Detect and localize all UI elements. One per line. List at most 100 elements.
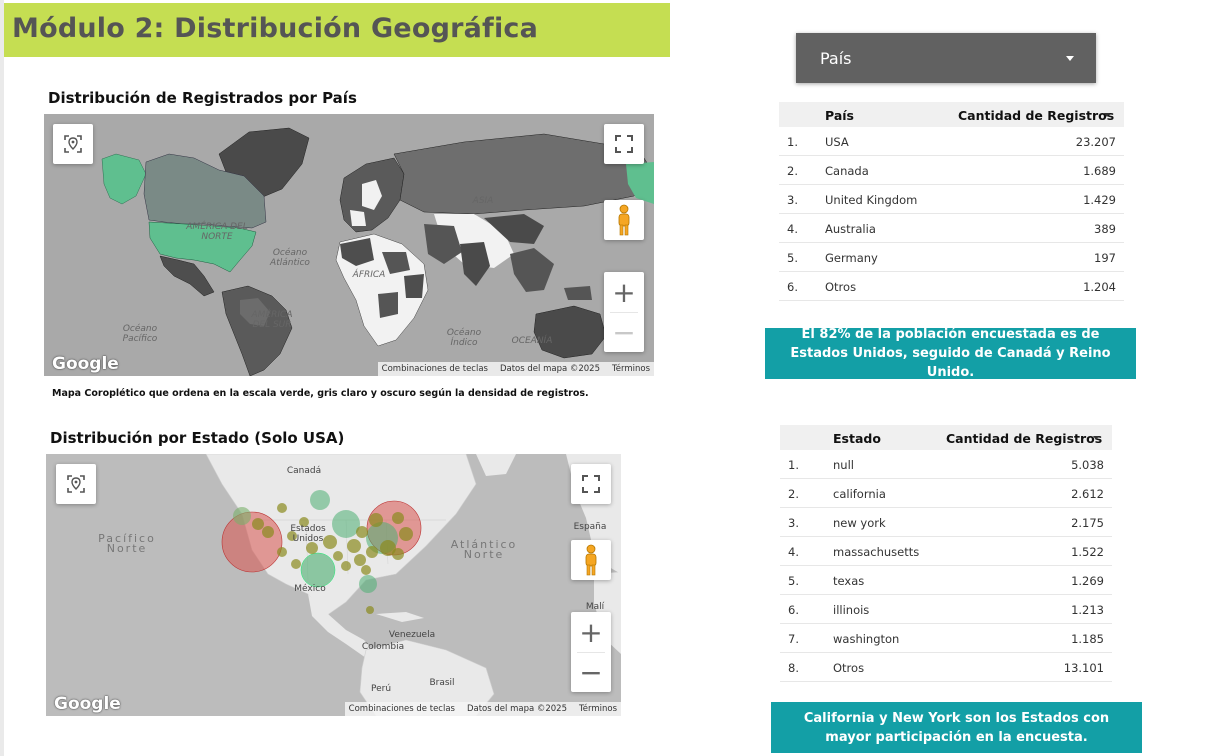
row-label: Canada [825, 164, 869, 178]
locate-me-button[interactable] [56, 464, 96, 504]
zoom-out-button[interactable]: − [604, 312, 644, 352]
label-south-america: AMÉRICA DEL SUR [251, 310, 293, 330]
row-number: 5. [787, 251, 798, 265]
row-value: 23.207 [1075, 135, 1116, 149]
table-header: Estado Cantidad de Registros [780, 425, 1112, 450]
state-table: Estado Cantidad de Registros 1. null 5.038… [780, 425, 1112, 682]
street-view-pegman[interactable] [571, 540, 611, 580]
table-row[interactable]: 4. massachusetts 1.522 [780, 537, 1112, 566]
table-row[interactable]: 6. illinois 1.213 [780, 595, 1112, 624]
table-row[interactable]: 6. Otros 1.204 [779, 272, 1124, 301]
country-filter-dropdown[interactable]: País [796, 33, 1096, 83]
label-brasil: Brasil [429, 678, 455, 688]
row-value: 389 [1094, 222, 1116, 236]
row-number: 4. [787, 222, 798, 236]
label-africa: ÁFRICA [352, 270, 386, 280]
row-value: 2.612 [1071, 487, 1104, 501]
sort-desc-icon[interactable] [1093, 436, 1099, 440]
label-atlantic: Océano Atlántico [270, 248, 310, 268]
label-north-america: AMÉRICA DEL NORTE [186, 222, 248, 242]
terms-link[interactable]: Términos [579, 704, 617, 714]
map-attribution: Combinaciones de teclas Datos del mapa ©… [377, 362, 654, 376]
fullscreen-icon [615, 135, 633, 153]
row-label: washington [833, 632, 900, 646]
row-label: Otros [825, 280, 857, 294]
keyboard-shortcuts-link[interactable]: Combinaciones de teclas [382, 364, 488, 374]
label-usa: Estados Unidos [290, 524, 326, 544]
google-logo: Google [54, 694, 121, 714]
table-row[interactable]: 5. Germany 197 [779, 243, 1124, 272]
row-number: 5. [788, 574, 799, 588]
row-value: 2.175 [1071, 516, 1104, 530]
row-label: massachusetts [833, 545, 920, 559]
state-map-title: Distribución por Estado (Solo USA) [50, 429, 345, 447]
label-oceania: OCEANÍA [511, 336, 553, 346]
table-body: 1. USA 23.207 2. Canada 1.689 3. United Kingdom… [779, 127, 1124, 301]
row-number: 7. [788, 632, 799, 646]
row-value: 197 [1094, 251, 1116, 265]
table-row[interactable]: 2. Canada 1.689 [779, 156, 1124, 185]
zoom-in-button[interactable]: + [604, 272, 644, 312]
row-label: Germany [825, 251, 878, 265]
pegman-icon [618, 204, 630, 236]
row-label: texas [833, 574, 865, 588]
label-asia: ASIA [472, 196, 494, 206]
table-row[interactable]: 4. Australia 389 [779, 214, 1124, 243]
state-bubble-map[interactable]: Canadá Estados Unidos México Pacífico No… [46, 454, 621, 716]
table-row[interactable]: 1. USA 23.207 [779, 127, 1124, 156]
title-banner: Módulo 2: Distribución Geográfica [4, 3, 670, 57]
row-value: 1.204 [1083, 280, 1116, 294]
row-value: 13.101 [1063, 661, 1104, 675]
table-body: 1. null 5.038 2. california 2.612 3. new york 2.… [780, 450, 1112, 682]
row-number: 1. [787, 135, 798, 149]
label-pacific: Océano Pacífico [122, 324, 158, 344]
label-canada: Canadá [286, 466, 322, 476]
fullscreen-button[interactable] [604, 124, 644, 164]
header-registros[interactable]: Cantidad de Registros [946, 431, 1102, 446]
table-row[interactable]: 5. texas 1.269 [780, 566, 1112, 595]
table-row[interactable]: 1. null 5.038 [780, 450, 1112, 479]
header-state[interactable]: Estado [833, 431, 881, 446]
row-value: 1.522 [1071, 545, 1104, 559]
header-registros[interactable]: Cantidad de Registros [958, 108, 1114, 123]
map-caption: Mapa Coroplético que ordena en la escala… [52, 388, 589, 399]
state-insight-callout: California y New York son los Estados co… [771, 702, 1142, 753]
street-view-pegman[interactable] [604, 200, 644, 240]
row-label: california [833, 487, 886, 501]
table-row[interactable]: 7. washington 1.185 [780, 624, 1112, 653]
row-label: Australia [825, 222, 876, 236]
table-row[interactable]: 3. United Kingdom 1.429 [779, 185, 1124, 214]
zoom-out-button[interactable]: − [571, 652, 611, 692]
fullscreen-button[interactable] [571, 464, 611, 504]
map-attribution: Combinaciones de teclas Datos del mapa ©… [344, 702, 621, 716]
row-label: illinois [833, 603, 870, 617]
keyboard-shortcuts-link[interactable]: Combinaciones de teclas [349, 704, 455, 714]
row-number: 6. [788, 603, 799, 617]
header-country[interactable]: País [825, 108, 854, 123]
table-row[interactable]: 2. california 2.612 [780, 479, 1112, 508]
label-indian: Océano Índico [446, 328, 482, 348]
country-choropleth-map[interactable]: AMÉRICA DEL NORTE ASIA Océano Atlántico … [44, 114, 654, 376]
country-filter-label: País [820, 49, 852, 68]
zoom-in-button[interactable]: + [571, 612, 611, 652]
sort-desc-icon[interactable] [1104, 113, 1110, 117]
row-label: Otros [833, 661, 865, 675]
report-page: Módulo 2: Distribución Geográfica Distri… [0, 0, 1207, 756]
locate-pin-icon [64, 135, 82, 153]
country-insight-callout: El 82% de la población encuestada es de … [765, 327, 1136, 380]
table-row[interactable]: 3. new york 2.175 [780, 508, 1112, 537]
zoom-control: + − [604, 272, 644, 352]
chevron-down-icon [1066, 56, 1074, 61]
terms-link[interactable]: Términos [612, 364, 650, 374]
label-mexico: México [294, 584, 326, 594]
table-row[interactable]: 8. Otros 13.101 [780, 653, 1112, 682]
row-value: 1.213 [1071, 603, 1104, 617]
zoom-control: + − [571, 612, 611, 692]
row-number: 3. [788, 516, 799, 530]
row-label: USA [825, 135, 849, 149]
locate-me-button[interactable] [53, 124, 93, 164]
row-value: 1.185 [1071, 632, 1104, 646]
country-map-title: Distribución de Registrados por País [48, 89, 357, 107]
locate-pin-icon [67, 475, 85, 493]
country-table: País Cantidad de Registros 1. USA 23.207 2.… [779, 102, 1124, 301]
